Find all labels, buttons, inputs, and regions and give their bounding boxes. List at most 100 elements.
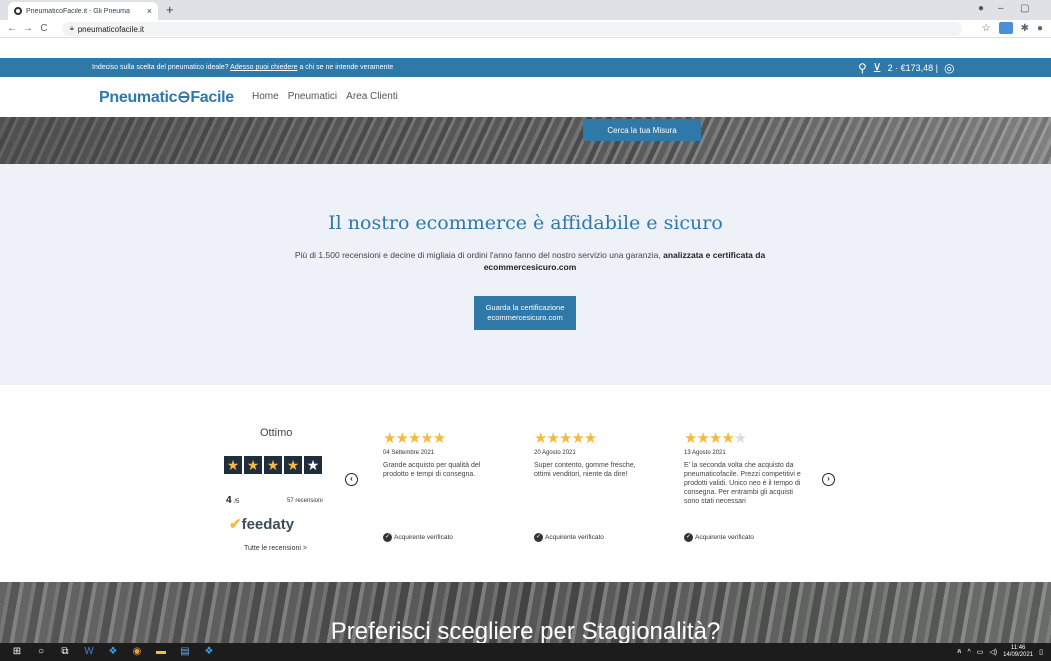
verified-badge: ✓ Acquirente verificato bbox=[684, 533, 754, 542]
score-value: 4 bbox=[226, 495, 232, 506]
volume-icon[interactable]: ◁) bbox=[989, 648, 997, 656]
review-card: ★★★★★ 13 Agosto 2021 E' la seconda volta… bbox=[684, 429, 804, 542]
seasonal-banner: Preferisci scegliere per Stagionalità? bbox=[0, 582, 1051, 643]
rating-score: 4 /5 bbox=[226, 495, 239, 506]
star-icon: ★ bbox=[284, 456, 302, 474]
verified-label: Acquirente verificato bbox=[394, 534, 453, 541]
minimize-button[interactable]: – bbox=[998, 3, 1004, 14]
feedaty-brand: feedaty bbox=[241, 516, 295, 533]
verified-check-icon: ✓ bbox=[534, 533, 543, 542]
forward-icon[interactable]: → bbox=[20, 23, 36, 34]
file-explorer-icon[interactable]: ▬ bbox=[154, 646, 168, 658]
site-header: Pneumatic⊖Facile Home Pneumatici Area Cl… bbox=[0, 77, 1051, 117]
review-date: 13 Agosto 2021 bbox=[684, 450, 726, 456]
star-icon: ★ bbox=[244, 456, 262, 474]
trust-section: Il nostro ecommerce è affidabile e sicur… bbox=[0, 164, 1051, 385]
prev-review-button[interactable]: ‹ bbox=[345, 473, 358, 486]
back-icon[interactable]: ← bbox=[4, 23, 20, 34]
chrome-icon[interactable]: ◉ bbox=[130, 646, 144, 658]
nav-area-clienti[interactable]: Area Clienti bbox=[346, 91, 398, 102]
nav-pneumatici[interactable]: Pneumatici bbox=[288, 91, 337, 102]
profile-icon[interactable]: ● bbox=[978, 3, 984, 14]
people-icon[interactable]: ጰ bbox=[957, 648, 961, 656]
announcement-tail: a chi se ne intende veramente bbox=[299, 64, 394, 71]
rating-stars: ★ ★ ★ ★ ★ bbox=[224, 456, 322, 474]
extension-icon[interactable] bbox=[998, 22, 1013, 34]
cart-icon[interactable]: ⊻ bbox=[873, 61, 882, 75]
browser-toolbar: ← → C 🔒︎ pneumaticofacile.it ☆ ✱ ● bbox=[0, 20, 1051, 38]
tab-close-icon[interactable]: × bbox=[147, 6, 152, 16]
word-icon[interactable]: W bbox=[82, 646, 96, 658]
user-account-icon[interactable]: ◎ bbox=[944, 61, 954, 75]
trust-text-main: Più di 1.500 recensioni e decine di migl… bbox=[294, 250, 661, 260]
review-date: 20 Agosto 2021 bbox=[534, 450, 576, 456]
url-text: pneumaticofacile.it bbox=[77, 24, 144, 34]
review-text: E' la seconda volta che acquisto da pneu… bbox=[684, 462, 801, 505]
logo-text-facile: Facile bbox=[190, 89, 234, 106]
tab-title: PneumaticoFacile.it - Gli Pneuma bbox=[26, 7, 130, 15]
search-size-button[interactable]: Cerca la tua Misura bbox=[583, 119, 701, 141]
score-max: /5 bbox=[234, 499, 240, 505]
all-reviews-link[interactable]: Tutte le recensioni > bbox=[244, 545, 307, 552]
feedaty-logo: ✔feedaty bbox=[229, 515, 294, 533]
header-actions: ⚲ ⊻ 2 · €173,48 | ◎ bbox=[858, 61, 954, 75]
browser-tabbar: PneumaticoFacile.it - Gli Pneuma × + ● –… bbox=[0, 0, 1051, 20]
trust-text: Più di 1.500 recensioni e decine di migl… bbox=[280, 249, 780, 273]
star-icon: ★ bbox=[224, 456, 242, 474]
windows-taskbar: ⊞ ○ ⧉ W ❖ ◉ ▬ ▤ ❖ ጰ ^ ▭ ◁) 11:46 14/09/2… bbox=[0, 643, 1051, 661]
review-stars: ★★★★★ bbox=[383, 430, 446, 447]
review-count: 57 recensioni bbox=[287, 498, 323, 504]
toolbar-extensions: ☆ ✱ ● bbox=[982, 22, 1043, 34]
clock-time: 11:46 bbox=[1010, 645, 1026, 651]
address-bar[interactable]: 🔒︎ pneumaticofacile.it bbox=[62, 22, 962, 36]
system-clock[interactable]: 11:46 14/09/2021 bbox=[1003, 645, 1033, 659]
announcement-bar: Indeciso sulla scelta del pneumatico ide… bbox=[0, 58, 1051, 77]
extensions-puzzle-icon[interactable]: ✱ bbox=[1021, 23, 1029, 34]
search-circle-icon[interactable]: ○ bbox=[34, 646, 48, 658]
chevron-up-icon[interactable]: ^ bbox=[967, 649, 970, 656]
logo-text-pneumatic: Pneumatic bbox=[99, 89, 178, 106]
logo-o-icon: ⊖ bbox=[177, 89, 191, 106]
review-card: ★★★★★ 20 Agosto 2021 Super contento, gom… bbox=[534, 429, 654, 542]
star-empty-icon: ★ bbox=[304, 456, 322, 474]
review-text: Super contento, gomme fresche, ottimi ve… bbox=[534, 462, 636, 478]
check-icon: ✔ bbox=[229, 516, 242, 533]
windows-start-icon[interactable]: ⊞ bbox=[10, 646, 24, 658]
app-icon[interactable]: ❖ bbox=[202, 646, 216, 658]
rating-label: Ottimo bbox=[260, 427, 293, 439]
review-stars: ★★★★★ bbox=[534, 430, 597, 447]
trust-title: Il nostro ecommerce è affidabile e sicur… bbox=[328, 212, 723, 234]
announcement-lead: Indeciso sulla scelta del pneumatico ide… bbox=[92, 64, 229, 71]
seasonal-title: Preferisci scegliere per Stagionalità? bbox=[330, 618, 721, 643]
nav-home[interactable]: Home bbox=[252, 91, 279, 102]
browser-tab[interactable]: PneumaticoFacile.it - Gli Pneuma × bbox=[8, 2, 158, 20]
app-icon[interactable]: ❖ bbox=[106, 646, 120, 658]
restore-button[interactable]: ▢ bbox=[1020, 3, 1029, 14]
verified-check-icon: ✓ bbox=[383, 533, 392, 542]
bookmark-star-icon[interactable]: ☆ bbox=[982, 23, 991, 34]
ask-expert-link[interactable]: Adesso puoi chiedere bbox=[230, 64, 297, 71]
network-icon[interactable]: ▭ bbox=[977, 648, 984, 656]
notifications-icon[interactable]: ▯ bbox=[1039, 648, 1043, 656]
search-icon[interactable]: ⚲ bbox=[858, 61, 867, 75]
verified-label: Acquirente verificato bbox=[545, 534, 604, 541]
certification-button[interactable]: Guarda la certificazione ecommercesicuro… bbox=[474, 296, 576, 330]
star-icon: ★ bbox=[264, 456, 282, 474]
clock-date: 14/09/2021 bbox=[1003, 652, 1034, 658]
next-review-button[interactable]: › bbox=[822, 473, 835, 486]
review-stars: ★★★★★ bbox=[684, 430, 747, 447]
lock-icon: 🔒︎ bbox=[70, 25, 74, 32]
system-tray: ጰ ^ ▭ ◁) 11:46 14/09/2021 ▯ bbox=[957, 645, 1043, 659]
main-nav: Home Pneumatici Area Clienti bbox=[252, 91, 398, 102]
account-icon[interactable]: ● bbox=[1037, 23, 1043, 34]
task-view-icon[interactable]: ⧉ bbox=[58, 646, 72, 658]
window-app-icon[interactable]: ▤ bbox=[178, 646, 192, 658]
reload-icon[interactable]: C bbox=[36, 23, 52, 34]
cart-summary[interactable]: 2 · €173,48 | bbox=[888, 63, 938, 73]
verified-label: Acquirente verificato bbox=[695, 534, 754, 541]
hero-image bbox=[0, 117, 1051, 164]
site-logo[interactable]: Pneumatic⊖Facile bbox=[99, 87, 234, 107]
verified-badge: ✓ Acquirente verificato bbox=[383, 533, 453, 542]
review-date: 04 Settembre 2021 bbox=[383, 450, 435, 456]
new-tab-button[interactable]: + bbox=[166, 2, 174, 17]
